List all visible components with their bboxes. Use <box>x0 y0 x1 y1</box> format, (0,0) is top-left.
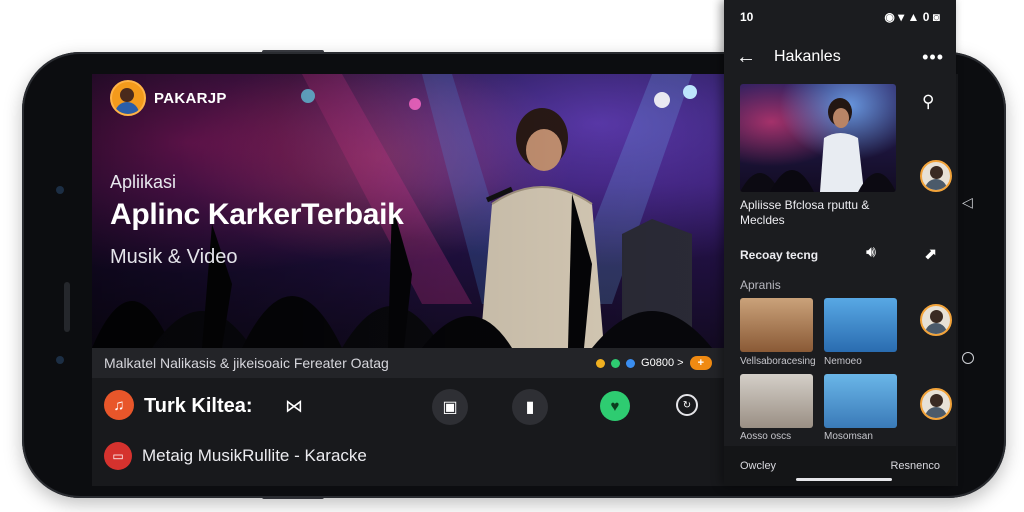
back-arrow-icon[interactable]: ← <box>736 46 764 69</box>
row-label: Recoay tecng <box>740 248 819 262</box>
track-title: Turk Kiltea: <box>144 395 253 417</box>
brand-name: PAKARJP <box>154 89 227 107</box>
player-controls: ♫ Turk Kiltea: ⋈ ▣ ▮ ♥ ↻ <box>92 378 724 434</box>
more-vert-icon[interactable]: ••• <box>922 47 944 68</box>
phone-speaker <box>64 282 70 332</box>
footer-text: Metaig MusikRullite - Karacke <box>142 446 367 465</box>
karaoke-icon: ▭ <box>104 442 132 470</box>
grid-caption: Aosso oscs <box>740 431 792 442</box>
grid-thumbnail[interactable] <box>740 298 813 352</box>
status-time: 10 <box>740 10 754 24</box>
hero-subtitle: Musik & Video <box>110 246 238 268</box>
hero-title: Aplinc KarkerTerbaik <box>110 198 404 231</box>
status-bar: 10 ◉ ▾ ▲ 0 ◙ <box>724 0 956 34</box>
grid-caption: Mosomsan <box>824 431 873 442</box>
strip-stats: G0800 > + <box>596 356 712 370</box>
grid-caption: Nemoeo <box>824 356 862 367</box>
panel-appbar: ← Hakanles ••• <box>724 40 956 74</box>
brand[interactable]: PAKARJP <box>110 80 227 116</box>
grid-thumbnail[interactable] <box>824 374 897 428</box>
strip-text: Malkatel Nalikasis & jikeisoaic Fereater… <box>104 355 389 371</box>
status-icons: ◉ ▾ ▲ 0 ◙ <box>884 10 940 24</box>
brand-avatar <box>110 80 146 116</box>
strip-count: G0800 > <box>641 357 684 369</box>
nav-home-icon[interactable] <box>962 352 974 364</box>
panel-title: Hakanles <box>774 48 841 65</box>
music-note-icon: ♫ <box>104 390 134 420</box>
bowtie-icon[interactable]: ⋈ <box>285 396 303 417</box>
volume-icon[interactable]: 🔊︎ <box>866 244 876 262</box>
grid-caption: Vellsaboracesing <box>740 356 816 367</box>
creator-avatar[interactable] <box>920 160 952 192</box>
share-arrow-icon[interactable]: ⬈ <box>924 244 937 264</box>
loop-icon[interactable]: ↻ <box>676 394 698 416</box>
hero-kicker: Apliikasi <box>110 172 177 192</box>
photo-icon[interactable]: ▣ <box>432 389 468 425</box>
now-playing-footer[interactable]: ▭ Metaig MusikRullite - Karacke <box>92 434 724 486</box>
status-icon <box>611 358 621 368</box>
strip-pill[interactable]: + <box>689 356 712 370</box>
coin-icon <box>596 358 606 368</box>
book-icon[interactable]: ▮ <box>512 389 548 425</box>
info-strip: Malkatel Nalikasis & jikeisoaic Fereater… <box>92 348 724 378</box>
bottom-right-link[interactable]: Resnenco <box>890 460 940 472</box>
video-thumbnail[interactable] <box>740 84 896 192</box>
bottom-left-link[interactable]: Owcley <box>740 460 776 472</box>
grid-thumbnail[interactable] <box>824 298 897 352</box>
home-indicator[interactable] <box>796 478 892 481</box>
heart-icon[interactable]: ♥ <box>600 391 630 421</box>
video-title[interactable]: Apliisse Bfclosa rputtu & Mecldes <box>740 198 896 228</box>
camera-dot <box>56 186 64 194</box>
suggested-avatar[interactable] <box>920 304 952 336</box>
grid-thumbnail[interactable] <box>740 374 813 428</box>
sensor-dot <box>56 356 64 364</box>
hero-banner: PAKARJP Apliikasi Aplinc KarkerTerbaik M… <box>92 74 724 348</box>
share-icon <box>626 358 636 368</box>
section-label: Apranis <box>740 278 781 292</box>
suggested-avatar[interactable] <box>920 388 952 420</box>
search-icon[interactable]: ⚲ <box>922 92 934 112</box>
overlay-panel: 10 ◉ ▾ ▲ 0 ◙ ← Hakanles ••• ⚲ Apliisse B… <box>724 0 956 486</box>
nav-back-icon[interactable]: ◁ <box>962 194 973 211</box>
